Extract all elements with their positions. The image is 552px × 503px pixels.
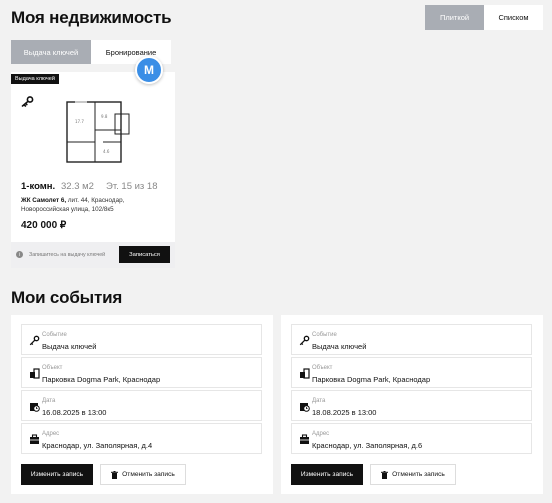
property-price: 420 000 ₽ bbox=[21, 220, 67, 231]
signup-hint: Запишитесь на выдачу ключей bbox=[29, 252, 106, 258]
edit-booking-button[interactable]: Изменить запись bbox=[21, 464, 93, 485]
field-value: Парковка Dogma Park, Краснодар bbox=[312, 375, 431, 384]
view-list-button[interactable]: Списком bbox=[484, 5, 543, 30]
event-object-field: Объект Парковка Dogma Park, Краснодар bbox=[21, 357, 262, 388]
edit-booking-button[interactable]: Изменить запись bbox=[291, 464, 363, 485]
view-tiles-button[interactable]: Плиткой bbox=[425, 5, 484, 30]
property-area: 32.3 м2 bbox=[61, 181, 94, 192]
field-value: Парковка Dogma Park, Краснодар bbox=[42, 375, 161, 384]
cancel-booking-button[interactable]: Отменить запись bbox=[100, 464, 186, 485]
field-value: Выдача ключей bbox=[42, 342, 97, 351]
field-label: Дата bbox=[312, 398, 326, 404]
event-address-field: Адрес Краснодар, ул. Заполярная, д.4 bbox=[21, 423, 262, 454]
event-card: Событие Выдача ключей Объект Парковка Do… bbox=[11, 315, 273, 494]
plan-label-bath: 4.6 bbox=[103, 149, 110, 154]
status-badge: Выдача ключей bbox=[11, 74, 59, 84]
property-card[interactable]: Выдача ключей 17.7 9.8 4.6 1-комн. 32.3 … bbox=[11, 72, 175, 268]
cancel-booking-label: Отменить запись bbox=[122, 471, 175, 478]
field-label: Событие bbox=[42, 332, 67, 338]
event-actions: Изменить запись Отменить запись bbox=[291, 464, 456, 485]
info-icon: i bbox=[16, 251, 23, 258]
plan-label-kitchen: 9.8 bbox=[101, 114, 108, 119]
event-type-field: Событие Выдача ключей bbox=[291, 324, 532, 355]
field-value: 18.08.2025 в 13:00 bbox=[312, 408, 377, 417]
event-actions: Изменить запись Отменить запись bbox=[21, 464, 186, 485]
plan-label-room: 17.7 bbox=[75, 119, 84, 124]
building-icon bbox=[30, 368, 40, 379]
event-type-field: Событие Выдача ключей bbox=[21, 324, 262, 355]
view-toggle: Плиткой Списком bbox=[425, 5, 543, 30]
event-object-field: Объект Парковка Dogma Park, Краснодар bbox=[291, 357, 532, 388]
event-date-field: Дата 18.08.2025 в 13:00 bbox=[291, 390, 532, 421]
floor-plan-image: 17.7 9.8 4.6 bbox=[66, 101, 130, 163]
field-label: Объект bbox=[312, 365, 333, 371]
property-card-footer: i Запишитесь на выдачу ключей Записаться bbox=[11, 242, 175, 268]
avatar[interactable]: M bbox=[135, 56, 163, 84]
briefcase-icon bbox=[300, 434, 309, 444]
key-icon bbox=[299, 335, 310, 346]
field-value: 16.08.2025 в 13:00 bbox=[42, 408, 107, 417]
field-label: Адрес bbox=[312, 431, 330, 437]
trash-icon bbox=[111, 470, 119, 479]
property-floor: Эт. 15 из 18 bbox=[106, 181, 158, 192]
property-address: ЖК Самолет 6, лит. 44, Краснодар, Новоро… bbox=[21, 196, 171, 214]
field-label: Событие bbox=[312, 332, 337, 338]
property-complex: ЖК Самолет 6, bbox=[21, 197, 67, 204]
page-title: Моя недвижимость bbox=[11, 8, 172, 27]
field-value: Краснодар, ул. Заполярная, д.6 bbox=[312, 441, 423, 450]
building-icon bbox=[300, 368, 310, 379]
key-icon bbox=[29, 335, 40, 346]
event-date-field: Дата 16.08.2025 в 13:00 bbox=[21, 390, 262, 421]
key-icon bbox=[21, 96, 34, 107]
tab-key-handover[interactable]: Выдача ключей bbox=[11, 40, 91, 64]
field-label: Объект bbox=[42, 365, 63, 371]
calendar-clock-icon bbox=[300, 403, 310, 412]
cancel-booking-label: Отменить запись bbox=[392, 471, 445, 478]
cancel-booking-button[interactable]: Отменить запись bbox=[370, 464, 456, 485]
events-title: Мои события bbox=[11, 288, 123, 307]
calendar-clock-icon bbox=[30, 403, 40, 412]
field-label: Дата bbox=[42, 398, 56, 404]
event-card: Событие Выдача ключей Объект Парковка Do… bbox=[281, 315, 543, 494]
briefcase-icon bbox=[30, 434, 39, 444]
trash-icon bbox=[381, 470, 389, 479]
event-address-field: Адрес Краснодар, ул. Заполярная, д.6 bbox=[291, 423, 532, 454]
field-label: Адрес bbox=[42, 431, 60, 437]
field-value: Выдача ключей bbox=[312, 342, 367, 351]
signup-button[interactable]: Записаться bbox=[119, 246, 170, 263]
property-rooms: 1-комн. bbox=[21, 181, 56, 192]
field-value: Краснодар, ул. Заполярная, д.4 bbox=[42, 441, 153, 450]
